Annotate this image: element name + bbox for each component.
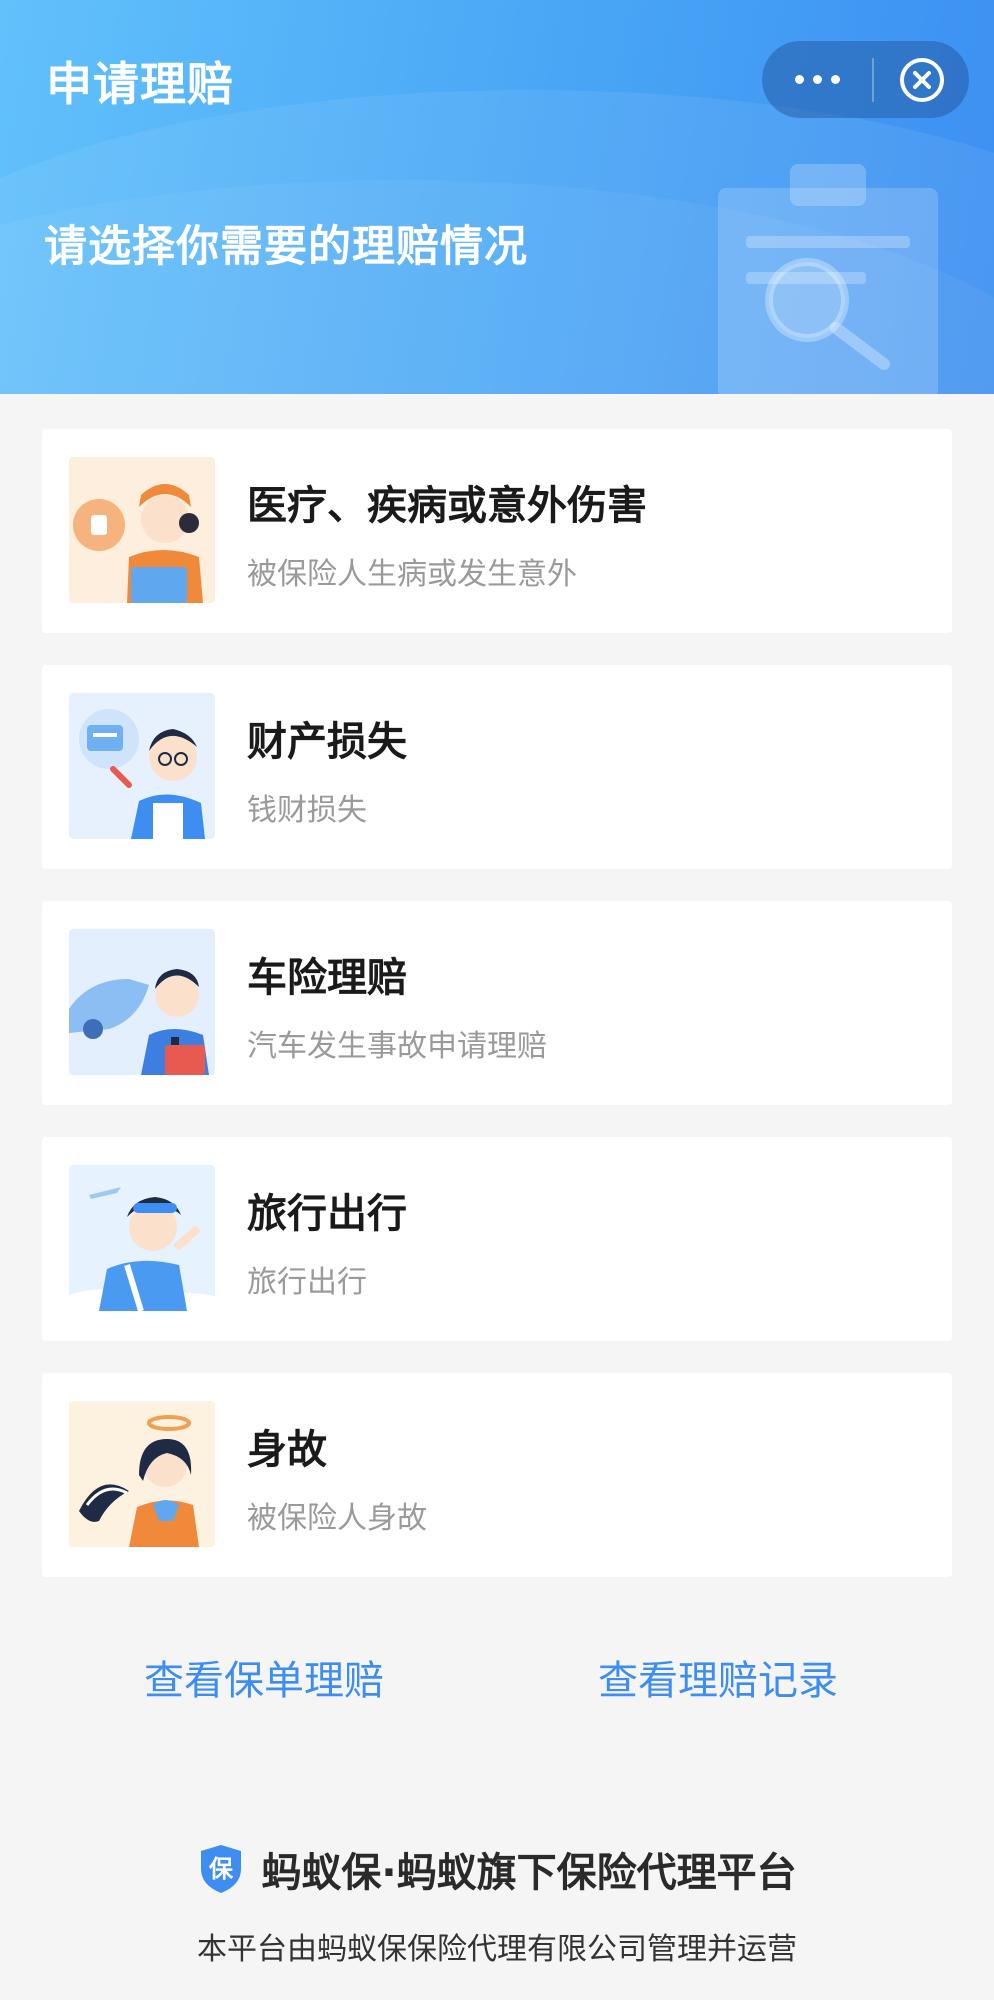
mini-program-capsule — [762, 41, 969, 118]
more-dots-icon[interactable] — [762, 41, 872, 118]
close-circle-icon[interactable] — [874, 41, 969, 118]
travel-illustration — [69, 1165, 215, 1311]
claim-option-medical[interactable]: 医疗、疾病或意外伤害 被保险人生病或发生意外 — [42, 429, 952, 633]
page-subtitle: 请选择你需要的理赔情况 — [44, 222, 528, 272]
footer-operator-note: 本平台由蚂蚁保保险代理有限公司管理并运营 — [197, 1932, 797, 1967]
shield-logo-icon: 保 — [201, 1845, 242, 1893]
header-banner: 申请理赔 请选择你需要的理赔情况 — [0, 0, 994, 394]
claim-option-desc: 旅行出行 — [247, 1265, 367, 1300]
claim-option-title: 财产损失 — [247, 719, 407, 765]
claim-option-desc: 被保险人身故 — [247, 1501, 427, 1536]
claim-option-property[interactable]: 财产损失 钱财损失 — [42, 665, 952, 869]
claim-option-travel[interactable]: 旅行出行 旅行出行 — [42, 1137, 952, 1341]
footer-brand-text: 蚂蚁保·蚂蚁旗下保险代理平台 — [261, 1850, 797, 1896]
footer-brand: 保 蚂蚁保·蚂蚁旗下保险代理平台 — [0, 1840, 994, 1898]
view-claim-records-link[interactable]: 查看理赔记录 — [598, 1648, 838, 1706]
claim-option-death[interactable]: 身故 被保险人身故 — [42, 1373, 952, 1577]
car-insurance-illustration — [69, 929, 215, 1075]
claim-option-desc: 汽车发生事故申请理赔 — [247, 1029, 547, 1064]
claim-option-desc: 钱财损失 — [247, 793, 367, 828]
claim-option-title: 身故 — [247, 1427, 327, 1473]
svg-text:保: 保 — [208, 1855, 234, 1883]
page-title: 申请理赔 — [46, 57, 234, 111]
doctor-illustration — [69, 457, 215, 603]
view-policy-claims-link[interactable]: 查看保单理赔 — [144, 1648, 384, 1706]
claim-option-desc: 被保险人生病或发生意外 — [247, 557, 577, 592]
money-loss-illustration — [69, 693, 215, 839]
clipboard-search-icon — [718, 164, 938, 394]
claim-option-title: 旅行出行 — [247, 1191, 407, 1237]
angel-illustration — [69, 1401, 215, 1547]
bottom-links: 查看保单理赔 查看理赔记录 — [0, 1648, 994, 1708]
claim-option-car[interactable]: 车险理赔 汽车发生事故申请理赔 — [42, 901, 952, 1105]
claim-option-title: 医疗、疾病或意外伤害 — [247, 483, 647, 529]
claim-option-title: 车险理赔 — [247, 955, 407, 1001]
